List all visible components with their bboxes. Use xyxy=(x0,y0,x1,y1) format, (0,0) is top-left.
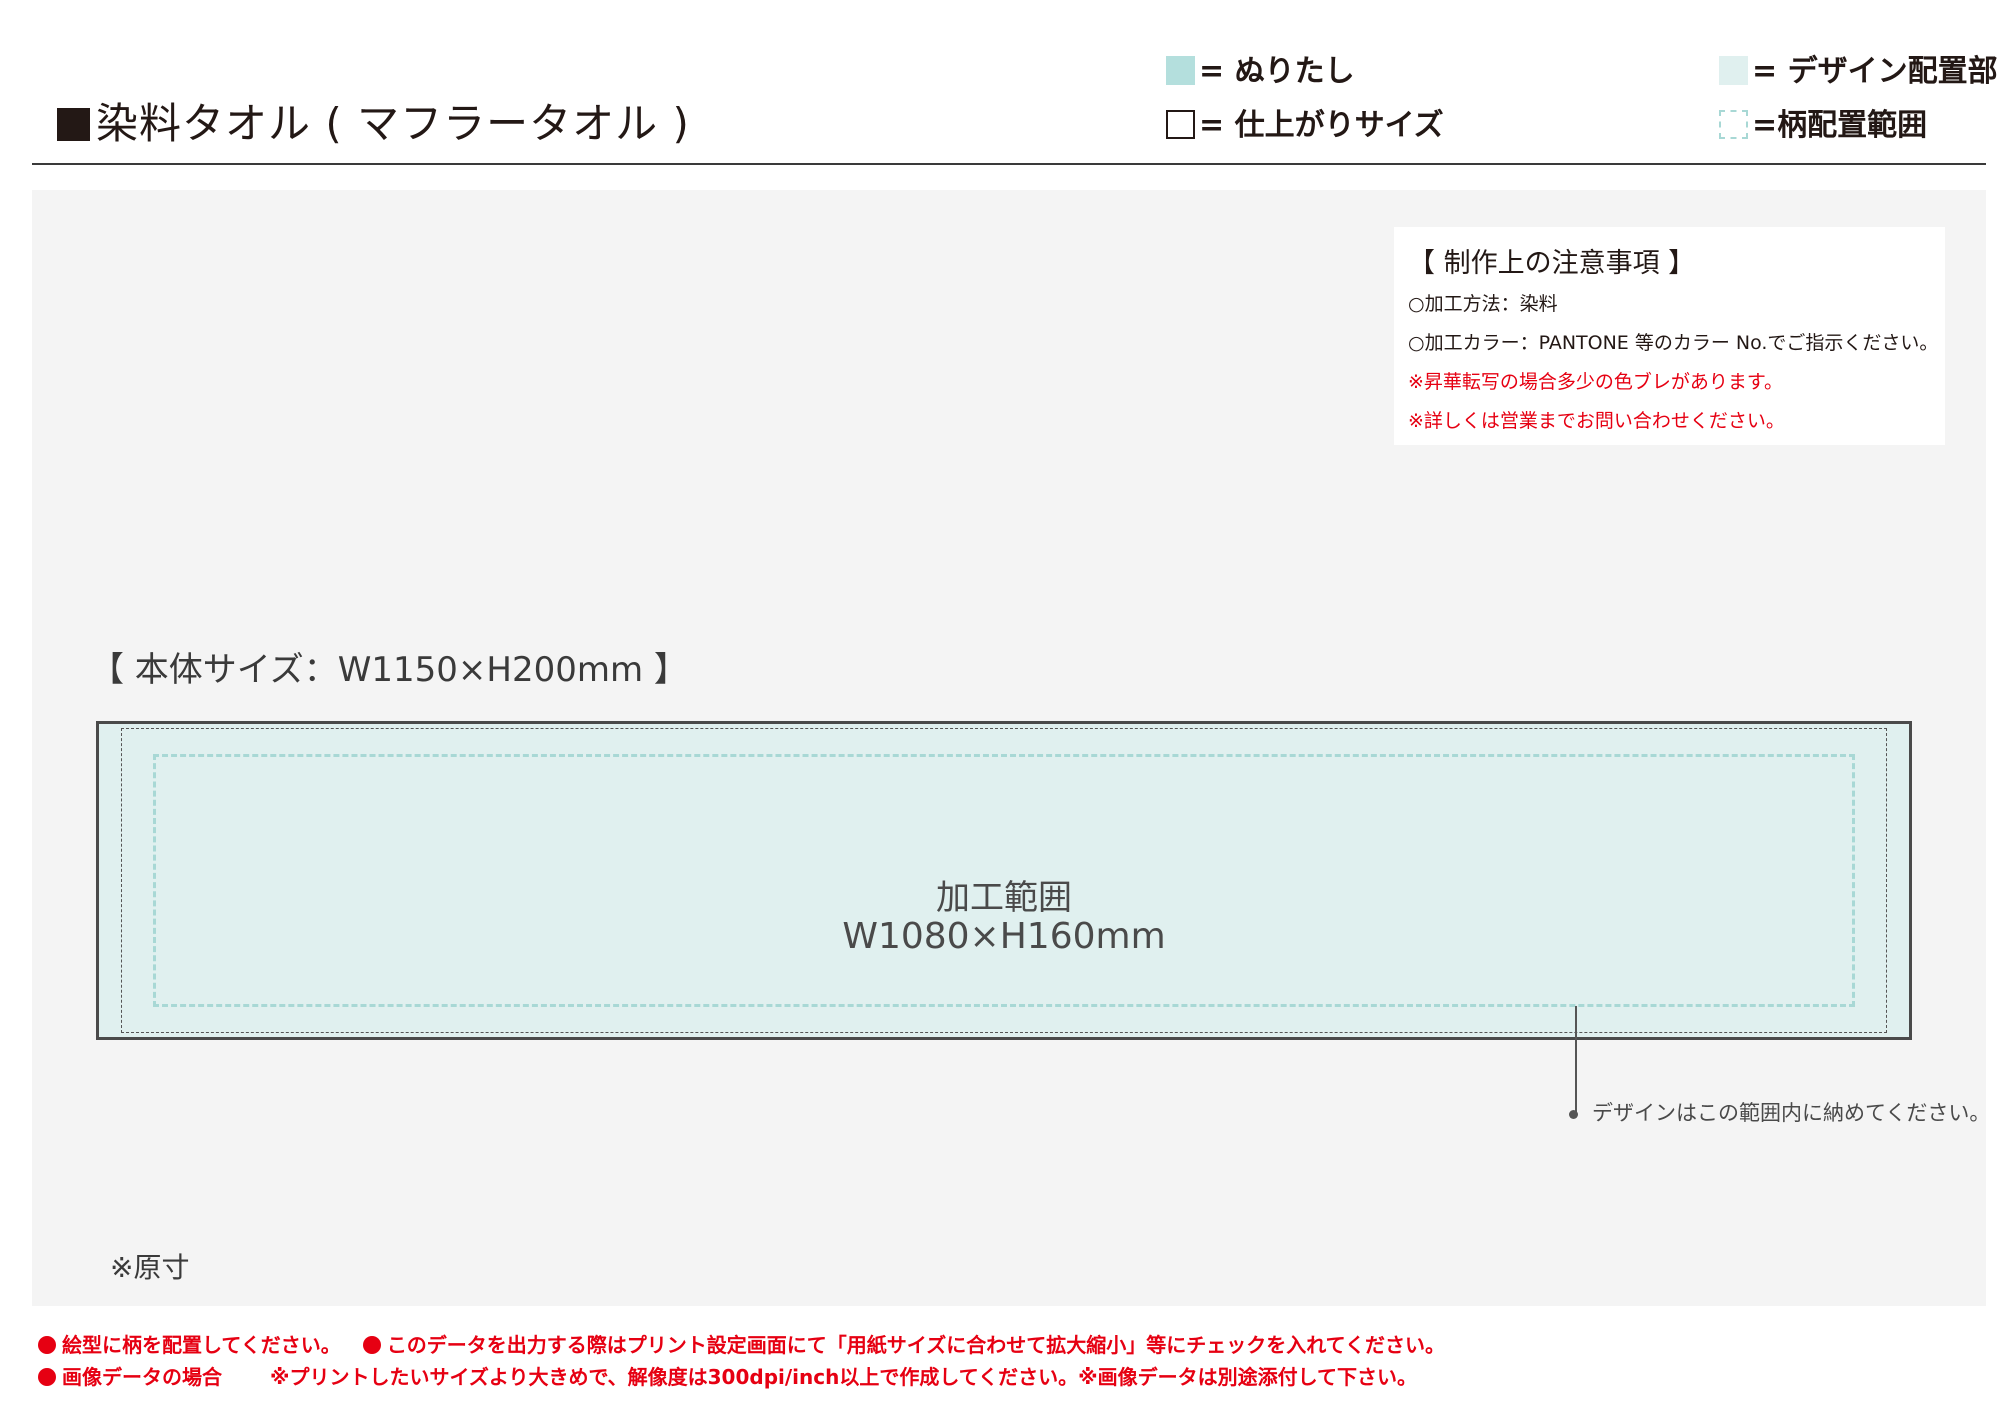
footer-line-2: 画像データの場合 ※プリントしたいサイズより大きめで、解像度は300dpi/inc… xyxy=(38,1362,1417,1392)
design-placement-area: 加工範囲 W1080×H160mm xyxy=(153,754,1855,1007)
pattern-swatch-icon xyxy=(1719,110,1748,139)
production-notes-box: 【 制作上の注意事項 】 ○加工方法：染料 ○加工カラー：PANTONE 等のカ… xyxy=(1394,227,1945,445)
leader-dot-icon xyxy=(1569,1110,1578,1119)
notes-warning: ※昇華転写の場合多少の色ブレがあります。 xyxy=(1408,371,1784,393)
legend-bleed: = ぬりたし xyxy=(1166,54,1355,90)
legend-design-area: = デザイン配置部 xyxy=(1719,54,1998,90)
towel-template: 加工範囲 W1080×H160mm xyxy=(96,721,1912,1040)
legend-pattern-label: =柄配置範囲 xyxy=(1752,108,1928,143)
area-label-text: 加工範囲 xyxy=(936,878,1072,918)
bullet-icon xyxy=(38,1368,56,1386)
legend-bleed-label: = ぬりたし xyxy=(1199,54,1355,89)
leader-note: デザインはこの範囲内に納めてください。 xyxy=(1592,1101,1991,1125)
bleed-swatch-icon xyxy=(1166,56,1195,85)
footer-text: 絵型に柄を配置してください。 xyxy=(62,1333,341,1357)
title-square-icon xyxy=(57,108,90,141)
footer-text: ※プリントしたいサイズより大きめで、解像度は300dpi/inch以上で作成して… xyxy=(270,1365,1418,1389)
bullet-icon xyxy=(362,1336,381,1354)
leader-line xyxy=(1575,1006,1577,1116)
design-swatch-icon xyxy=(1719,56,1748,85)
body-size-label: 【 本体サイズ：W1150×H200mm 】 xyxy=(90,650,688,690)
footer-line-1: 絵型に柄を配置してください。 このデータを出力する際はプリント設定画面にて「用紙サ… xyxy=(38,1330,1445,1360)
area-size-text: W1080×H160mm xyxy=(842,916,1166,957)
footer-text: 画像データの場合 xyxy=(62,1365,222,1389)
scale-note: ※原寸 xyxy=(110,1251,190,1284)
legend-trim-size: = 仕上がりサイズ xyxy=(1166,108,1444,144)
area-label: 加工範囲 W1080×H160mm xyxy=(156,879,1852,957)
notes-title: 【 制作上の注意事項 】 xyxy=(1408,248,1696,279)
legend-trim-label: = 仕上がりサイズ xyxy=(1199,108,1444,143)
legend-design-label: = デザイン配置部 xyxy=(1752,54,1998,89)
notes-warning: ※詳しくは営業までお問い合わせください。 xyxy=(1408,410,1785,432)
notes-line: ○加工方法：染料 xyxy=(1408,293,1558,315)
legend-pattern-area: =柄配置範囲 xyxy=(1719,108,1927,144)
footer-text: このデータを出力する際はプリント設定画面にて「用紙サイズに合わせて拡大縮小」等に… xyxy=(386,1333,1446,1357)
trim-swatch-icon xyxy=(1166,110,1195,139)
bullet-icon xyxy=(38,1336,56,1354)
notes-line: ○加工カラー：PANTONE 等のカラー No.でご指示ください。 xyxy=(1408,332,1939,354)
page-title: 染料タオル ( マフラータオル ) xyxy=(57,98,690,150)
page-title-text: 染料タオル ( マフラータオル ) xyxy=(96,99,690,148)
header-divider xyxy=(32,163,1986,165)
